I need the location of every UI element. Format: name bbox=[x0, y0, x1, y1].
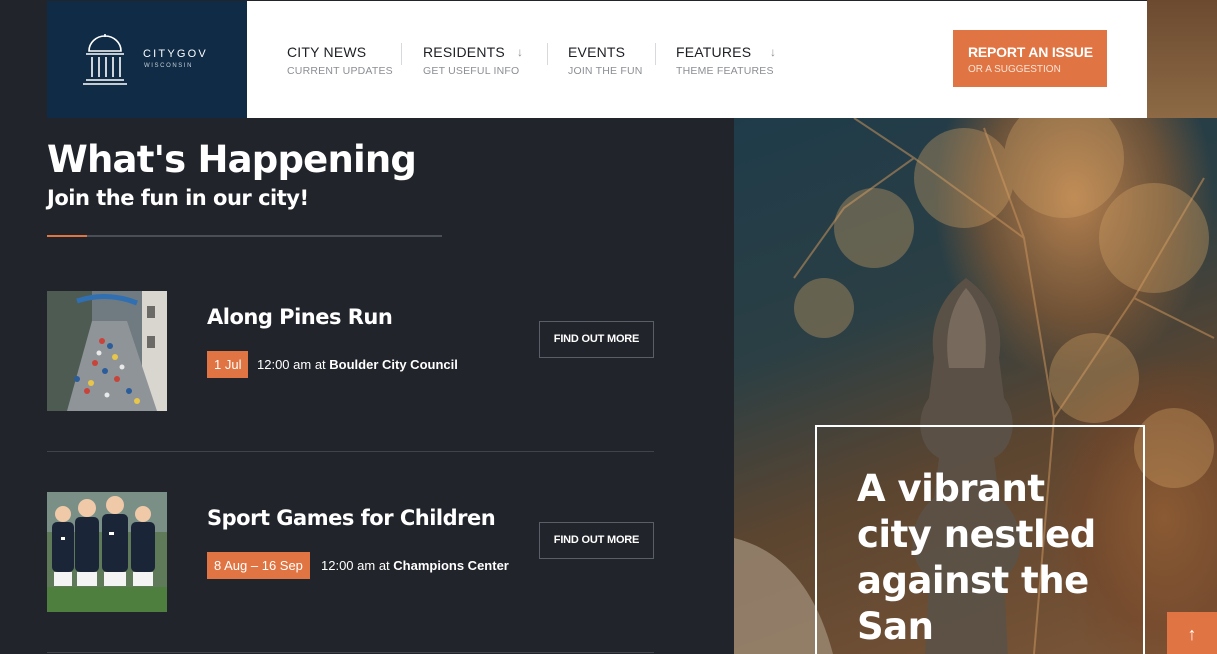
find-out-more-button[interactable]: FIND OUT MORE bbox=[539, 321, 654, 358]
event-date-badge: 8 Aug – 16 Sep bbox=[207, 552, 310, 579]
report-issue-button[interactable]: REPORT AN ISSUE OR A SUGGESTION bbox=[953, 30, 1107, 87]
nav-label: FEATURES bbox=[676, 44, 752, 60]
event-title[interactable]: Along Pines Run bbox=[207, 305, 393, 329]
section-title: What's Happening bbox=[47, 138, 417, 181]
event-time-location: 12:00 am at Boulder City Council bbox=[257, 351, 458, 378]
section-divider bbox=[47, 235, 442, 237]
nav-separator bbox=[401, 43, 402, 65]
dropdown-arrow-icon[interactable]: ↓ bbox=[517, 45, 523, 59]
back-to-top-button[interactable]: ↑ bbox=[1167, 612, 1217, 654]
event-thumbnail-run[interactable] bbox=[47, 291, 167, 411]
hero-photo-top bbox=[1147, 0, 1217, 118]
find-out-more-button[interactable]: FIND OUT MORE bbox=[539, 522, 654, 559]
event-venue[interactable]: Boulder City Council bbox=[329, 357, 458, 372]
nav-separator bbox=[655, 43, 656, 65]
nav-label: CITY NEWS bbox=[287, 44, 367, 60]
nav-label: RESIDENTS bbox=[423, 44, 505, 60]
event-date-badge: 1 Jul bbox=[207, 351, 249, 378]
event-title[interactable]: Sport Games for Children bbox=[207, 506, 496, 530]
nav-item-events[interactable]: EVENTS JOIN THE FUN bbox=[568, 44, 643, 77]
event-venue[interactable]: Champions Center bbox=[393, 558, 509, 573]
children-team-photo bbox=[47, 492, 167, 612]
nav-sublabel: CURRENT UPDATES bbox=[287, 65, 393, 77]
nav-item-residents[interactable]: RESIDENTS GET USEFUL INFO bbox=[423, 44, 519, 77]
report-button-label: REPORT AN ISSUE bbox=[968, 44, 1093, 60]
event-time: 12:00 am at bbox=[321, 558, 390, 573]
main-navigation: CITY NEWS CURRENT UPDATES RESIDENTS GET … bbox=[247, 1, 1147, 118]
nav-item-city-news[interactable]: CITY NEWS CURRENT UPDATES bbox=[287, 44, 393, 77]
nav-sublabel: JOIN THE FUN bbox=[568, 65, 643, 77]
nav-separator bbox=[547, 43, 548, 65]
nav-sublabel: GET USEFUL INFO bbox=[423, 65, 520, 77]
report-button-sublabel: OR A SUGGESTION bbox=[968, 64, 1061, 75]
section-subtitle: Join the fun in our city! bbox=[47, 186, 309, 210]
event-thumbnail-sport[interactable] bbox=[47, 492, 167, 612]
event-time-location: 12:00 am at Champions Center bbox=[321, 552, 509, 579]
event-time: 12:00 am at bbox=[257, 357, 326, 372]
capitol-dome-icon bbox=[83, 34, 127, 85]
logo-subtitle: WISCONSIN bbox=[144, 63, 194, 69]
nav-item-features[interactable]: FEATURES THEME FEATURES bbox=[676, 44, 774, 77]
event-divider bbox=[47, 652, 654, 653]
dropdown-arrow-icon[interactable]: ↓ bbox=[770, 45, 776, 59]
marathon-photo bbox=[47, 291, 167, 411]
event-divider bbox=[47, 451, 654, 452]
section-divider-accent bbox=[47, 235, 87, 237]
site-logo[interactable]: CITYGOV WISCONSIN bbox=[47, 1, 247, 118]
logo-name: CITYGOV bbox=[143, 48, 208, 60]
hero-quote: A vibrant city nestled against the San bbox=[857, 467, 1096, 648]
nav-sublabel: THEME FEATURES bbox=[676, 65, 774, 77]
nav-label: EVENTS bbox=[568, 44, 626, 60]
